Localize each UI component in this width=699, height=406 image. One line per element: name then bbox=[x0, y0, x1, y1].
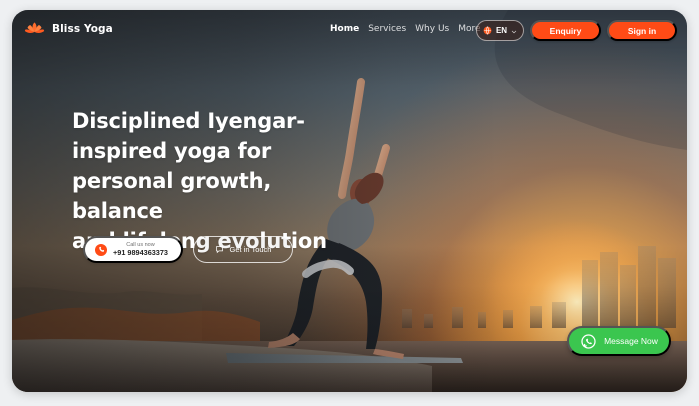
hero-title-line-3: personal growth, balance bbox=[72, 169, 272, 223]
main-nav: Home Services Why Us More bbox=[330, 25, 491, 34]
language-selector[interactable]: EN bbox=[476, 20, 524, 41]
nav-home-link[interactable]: Home bbox=[330, 25, 359, 34]
hero-actions: Call us now +91 9894363373 Get in Touch bbox=[83, 236, 293, 263]
phone-number: +91 9894363373 bbox=[113, 247, 168, 257]
message-icon bbox=[215, 245, 224, 254]
whatsapp-icon bbox=[580, 333, 597, 350]
hero-title-line-2: inspired yoga for bbox=[72, 139, 271, 163]
call-now-button[interactable]: Call us now +91 9894363373 bbox=[83, 236, 183, 263]
message-now-label: Message Now bbox=[604, 336, 658, 346]
brand-link[interactable]: Bliss Yoga bbox=[24, 21, 113, 36]
hero-title-line-1: Disciplined Iyengar- bbox=[72, 109, 305, 133]
hero-frame: Bliss Yoga Home Services Why Us More EN … bbox=[12, 10, 687, 392]
globe-icon bbox=[483, 26, 492, 35]
hero-title: Disciplined Iyengar- inspired yoga for p… bbox=[72, 106, 362, 256]
chevron-down-icon bbox=[511, 28, 517, 34]
get-in-touch-button[interactable]: Get in Touch bbox=[193, 236, 293, 263]
nav-why-us-link[interactable]: Why Us bbox=[415, 25, 449, 34]
enquiry-button[interactable]: Enquiry bbox=[530, 20, 601, 41]
phone-icon bbox=[95, 243, 107, 256]
message-now-button[interactable]: Message Now bbox=[567, 326, 671, 356]
hero-content: Disciplined Iyengar- inspired yoga for p… bbox=[72, 106, 362, 256]
get-in-touch-label: Get in Touch bbox=[229, 245, 272, 254]
brand-name: Bliss Yoga bbox=[52, 22, 113, 35]
language-label: EN bbox=[495, 26, 508, 35]
sign-in-button[interactable]: Sign in bbox=[607, 20, 677, 41]
nav-services-link[interactable]: Services bbox=[368, 25, 406, 34]
lotus-icon bbox=[24, 21, 45, 36]
site-header: Bliss Yoga Home Services Why Us More EN … bbox=[12, 10, 687, 52]
call-details: Call us now +91 9894363373 bbox=[113, 242, 168, 257]
